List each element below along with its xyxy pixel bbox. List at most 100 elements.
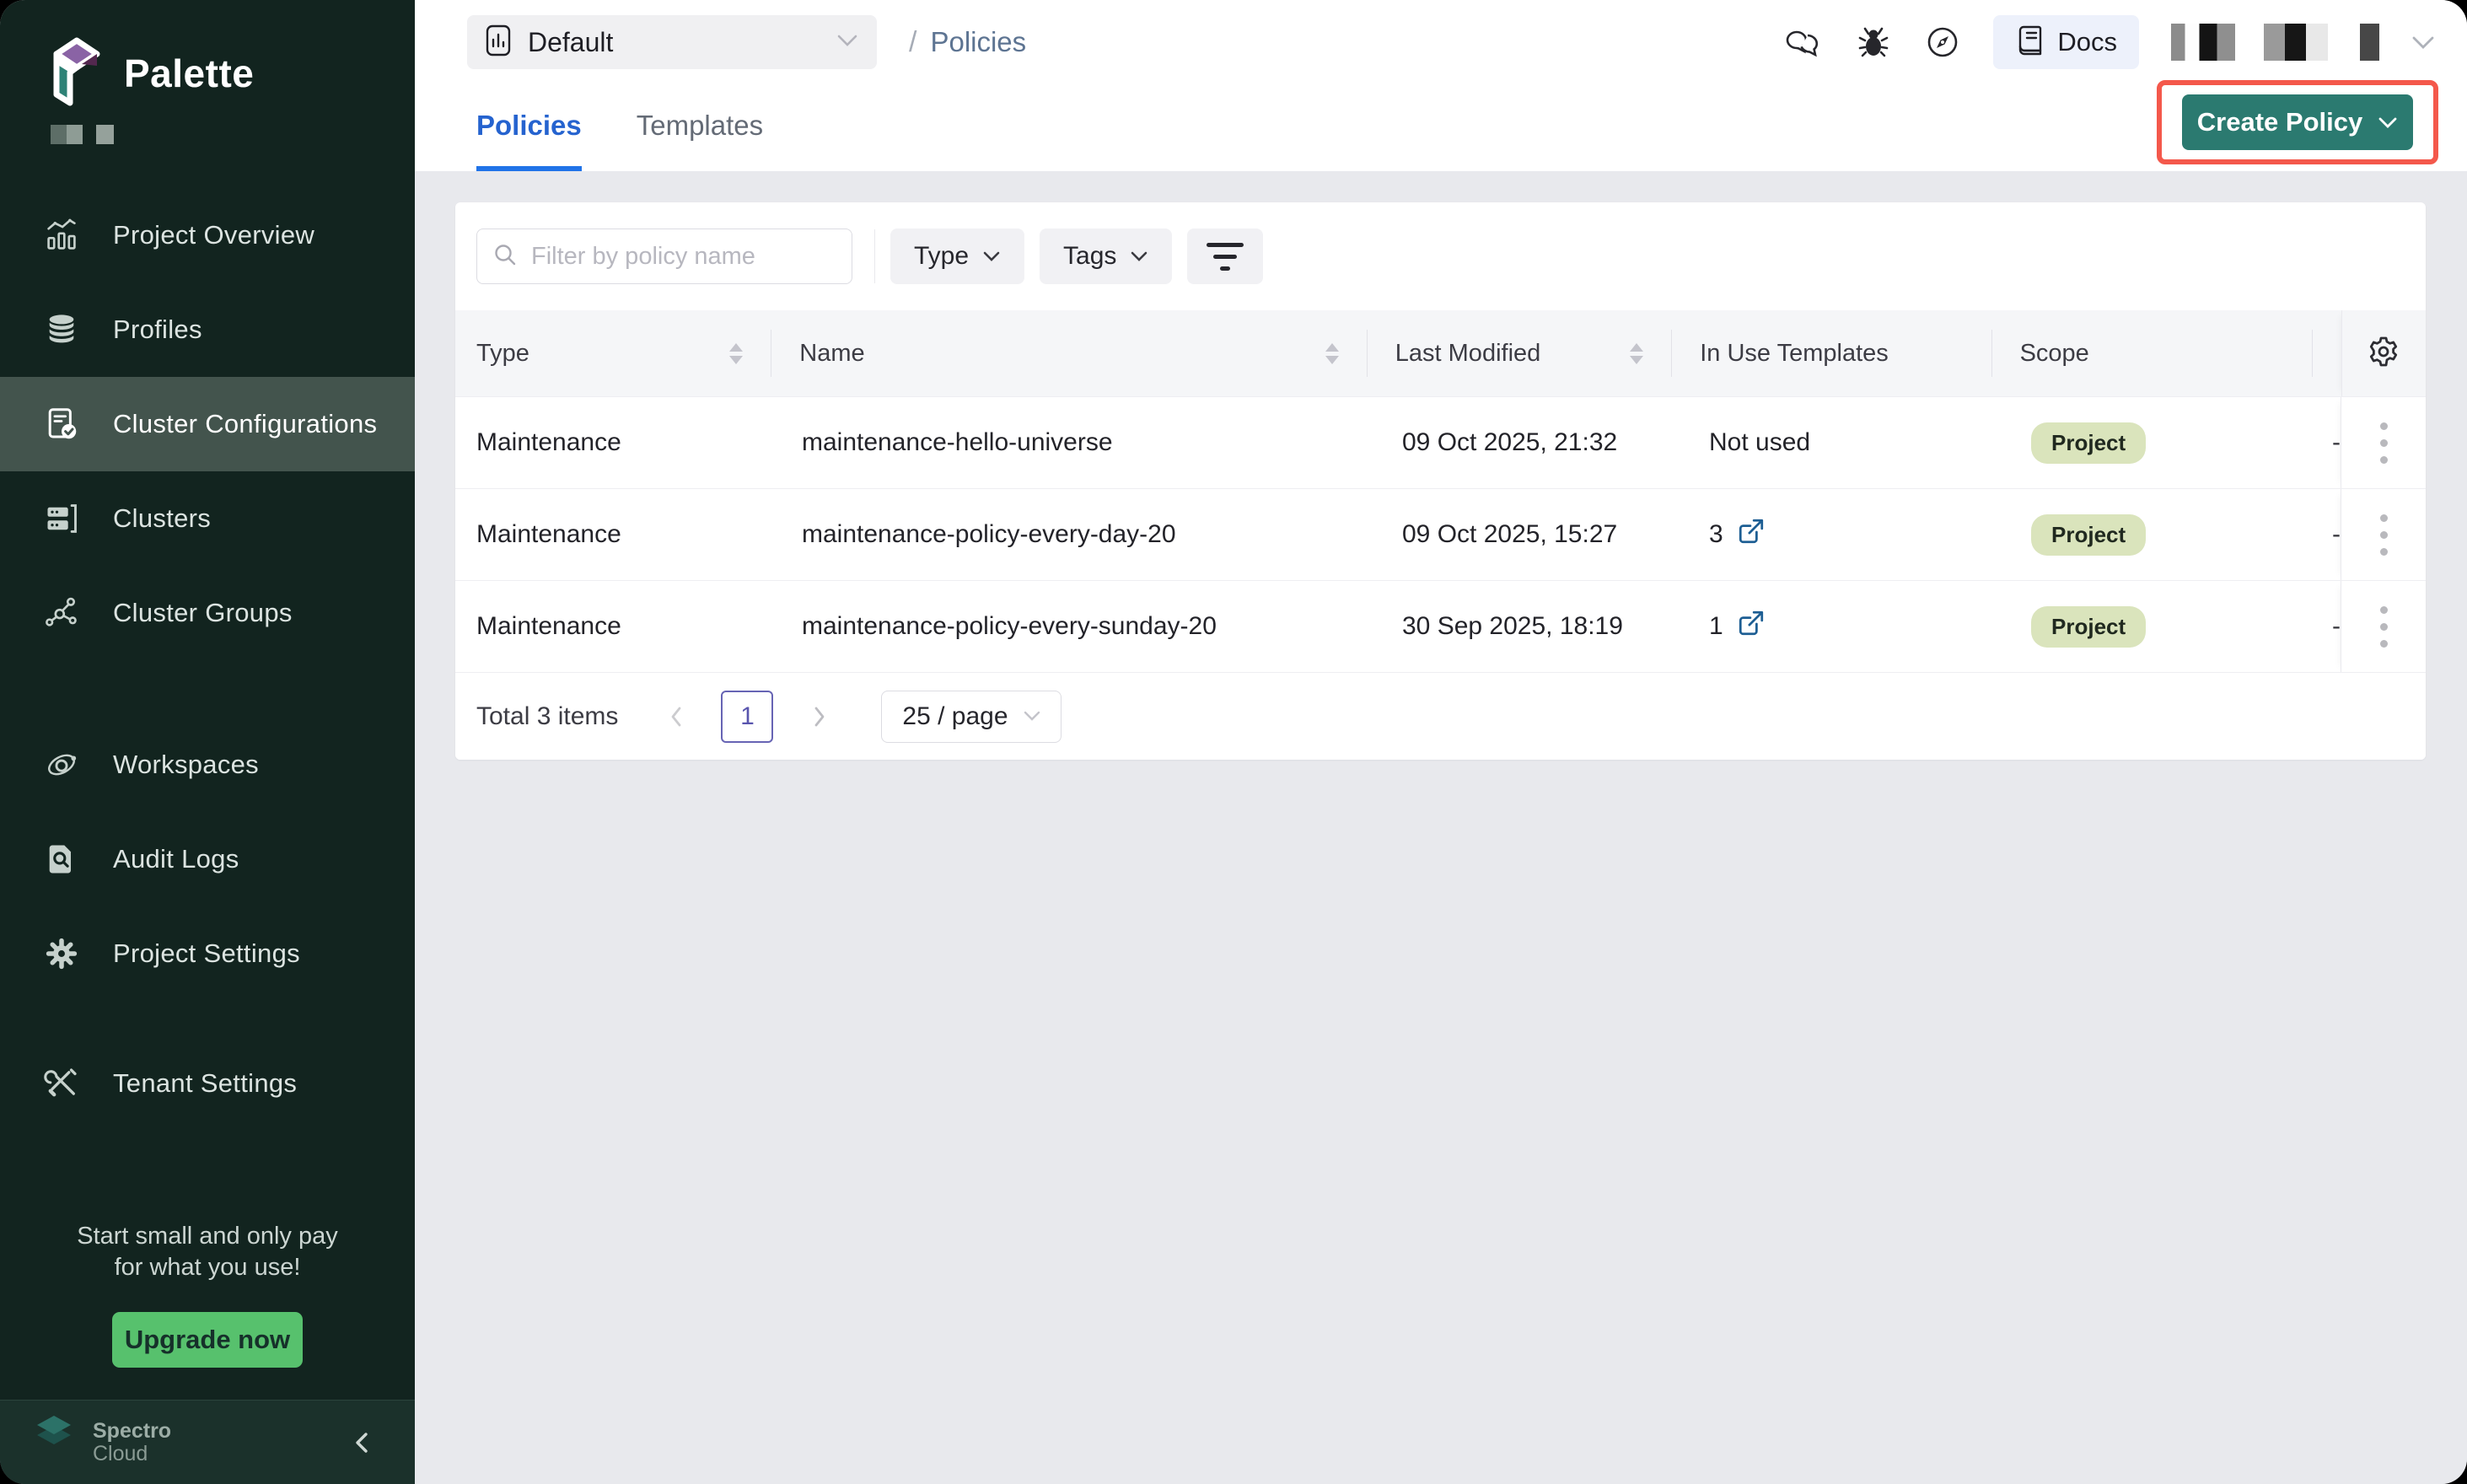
row-menu-icon[interactable] <box>2372 506 2396 564</box>
sidebar-item-project-settings[interactable]: Project Settings <box>0 906 415 1001</box>
compass-icon[interactable] <box>1924 24 1961 61</box>
scope-badge: Project <box>2031 514 2146 556</box>
column-header-label: In Use Templates <box>1700 340 1889 368</box>
orbit-icon <box>42 745 81 784</box>
tags-filter-button[interactable]: Tags <box>1040 229 1172 284</box>
tab-policies[interactable]: Policies <box>476 84 582 171</box>
sidebar-item-label: Cluster Configurations <box>113 409 377 439</box>
sidebar-item-label: Tenant Settings <box>113 1068 297 1099</box>
collapse-sidebar-chevron[interactable] <box>351 1427 374 1459</box>
table-row[interactable]: Maintenance maintenance-policy-every-day… <box>455 488 2426 580</box>
sidebar-item-clusters[interactable]: Clusters <box>0 471 415 566</box>
app-title: Palette <box>124 51 254 96</box>
sidebar-item-workspaces[interactable]: Workspaces <box>0 718 415 812</box>
cell-in-use-templates: 3 <box>1681 489 2003 580</box>
row-menu-icon[interactable] <box>2372 598 2396 656</box>
cell-type: Maintenance <box>455 489 774 580</box>
current-page-button[interactable]: 1 <box>721 691 773 743</box>
sidebar-item-label: Cluster Groups <box>113 598 293 628</box>
create-policy-button[interactable]: Create Policy <box>2182 94 2413 150</box>
page-size-select[interactable]: 25 / page <box>881 691 1061 743</box>
search-input[interactable] <box>529 242 836 272</box>
sidebar: Palette Project Overview <box>0 0 415 1484</box>
upgrade-now-button[interactable]: Upgrade now <box>112 1312 303 1368</box>
sidebar-item-label: Project Overview <box>113 220 314 250</box>
column-header-label: Name <box>799 340 864 368</box>
filter-lines-icon <box>1207 243 1244 247</box>
feedback-chat-icon[interactable] <box>1784 24 1823 60</box>
scope-badge: Project <box>2031 606 2146 648</box>
table-settings-gear-icon[interactable] <box>2366 334 2401 374</box>
cell-type: Maintenance <box>455 581 774 672</box>
filter-divider <box>874 229 875 283</box>
external-link-icon[interactable] <box>1737 517 1766 552</box>
nav-group-gap <box>0 1001 415 1036</box>
advanced-filter-button[interactable] <box>1187 229 1263 284</box>
cell-name: maintenance-policy-every-sunday-20 <box>774 581 1374 672</box>
sort-icon[interactable] <box>729 343 743 364</box>
project-selector[interactable]: Default <box>467 15 877 69</box>
sidebar-item-tenant-settings[interactable]: Tenant Settings <box>0 1036 415 1131</box>
table-row[interactable]: Maintenance maintenance-hello-universe 0… <box>455 396 2426 488</box>
column-header-type: Type <box>455 310 771 396</box>
bar-chart-icon <box>42 216 81 255</box>
chevron-down-icon <box>836 34 858 51</box>
layers-icon <box>42 310 81 349</box>
column-header-label: Type <box>476 340 529 368</box>
sidebar-item-cluster-groups[interactable]: Cluster Groups <box>0 566 415 660</box>
brand-line1: Spectro <box>93 1420 171 1443</box>
clipped-cell: - <box>2326 397 2341 488</box>
chevron-down-icon <box>1130 250 1148 262</box>
top-bar: Default / Policies <box>415 0 2467 84</box>
scope-badge: Project <box>2031 422 2146 464</box>
create-policy-label: Create Policy <box>2197 107 2362 137</box>
gear-icon <box>42 934 81 973</box>
cell-scope: Project <box>2003 397 2326 488</box>
sidebar-item-profiles[interactable]: Profiles <box>0 282 415 377</box>
table-header: Type Name Last Modified In Use Templates <box>455 310 2426 396</box>
docs-button[interactable]: Docs <box>1993 15 2139 69</box>
redacted-block <box>51 125 83 144</box>
sort-icon[interactable] <box>1325 343 1339 364</box>
top-bar-actions: Docs <box>1784 15 2435 69</box>
sort-icon[interactable] <box>1630 343 1643 364</box>
book-icon <box>2015 24 2044 61</box>
upsell-text-line1: Start small and only pay <box>0 1221 415 1252</box>
external-link-icon[interactable] <box>1737 609 1766 644</box>
sidebar-item-cluster-configurations[interactable]: Cluster Configurations <box>0 377 415 471</box>
policies-card: Type Tags Type <box>455 202 2426 760</box>
cell-scope: Project <box>2003 581 2326 672</box>
redacted-block <box>96 125 114 144</box>
redacted-avatar[interactable] <box>2360 24 2379 61</box>
search-icon <box>492 242 518 272</box>
project-icon <box>486 24 511 61</box>
row-menu-icon[interactable] <box>2372 414 2396 472</box>
content-area: Type Tags Type <box>415 171 2467 1484</box>
main-pane: Default / Policies <box>415 0 2467 1484</box>
table-row[interactable]: Maintenance maintenance-policy-every-sun… <box>455 580 2426 672</box>
column-settings-cell <box>2341 310 2426 396</box>
column-header-label: Scope <box>2020 340 2089 368</box>
type-filter-button[interactable]: Type <box>890 229 1024 284</box>
tab-templates[interactable]: Templates <box>637 84 763 171</box>
chevron-down-icon <box>2378 116 2398 129</box>
upsell-banner: Start small and only pay for what you us… <box>0 1221 415 1368</box>
previous-page-chevron[interactable] <box>669 705 684 729</box>
sidebar-item-label: Audit Logs <box>113 844 239 874</box>
row-actions-cell <box>2341 489 2426 580</box>
next-page-chevron[interactable] <box>812 705 827 729</box>
sidebar-item-label: Clusters <box>113 503 211 534</box>
type-filter-label: Type <box>914 242 969 271</box>
sidebar-footer: Spectro Cloud <box>0 1400 415 1484</box>
row-actions-cell <box>2341 397 2426 488</box>
sidebar-nav: Project Overview Profiles <box>0 188 415 1131</box>
bug-report-icon[interactable] <box>1855 24 1892 61</box>
user-menu-chevron-icon[interactable] <box>2411 35 2435 50</box>
sidebar-item-project-overview[interactable]: Project Overview <box>0 188 415 282</box>
pagination-bar: Total 3 items 1 25 / page <box>455 672 2426 760</box>
sidebar-item-audit-logs[interactable]: Audit Logs <box>0 812 415 906</box>
policy-search[interactable] <box>476 229 852 284</box>
cell-name: maintenance-hello-universe <box>774 397 1374 488</box>
cell-last-modified: 09 Oct 2025, 15:27 <box>1374 489 1681 580</box>
app-window: Palette Project Overview <box>0 0 2467 1484</box>
